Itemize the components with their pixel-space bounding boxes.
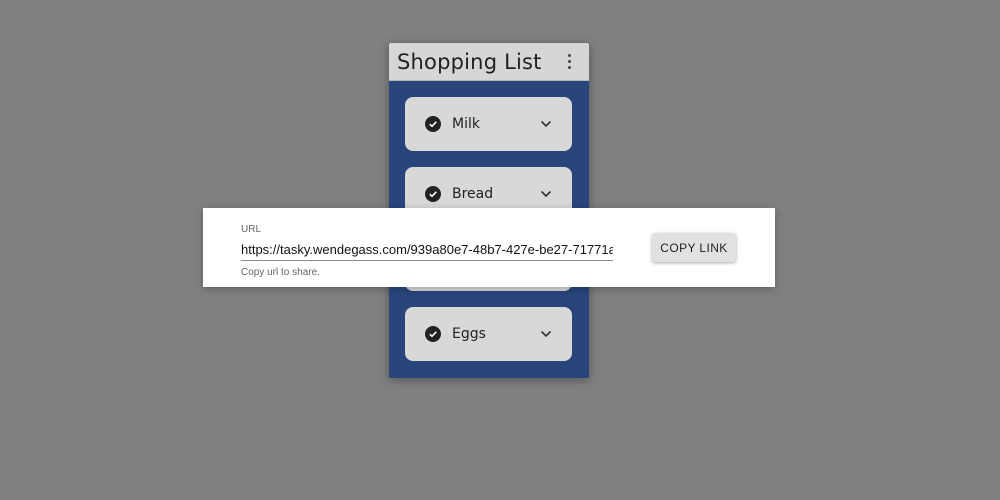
- check-circle-icon[interactable]: [425, 186, 441, 202]
- list-item-milk[interactable]: Milk: [405, 97, 572, 151]
- url-field-label: URL: [241, 224, 262, 235]
- list-item-label: Bread: [452, 186, 494, 202]
- list-item-eggs[interactable]: Eggs: [405, 307, 572, 361]
- list-item-label: Eggs: [452, 326, 486, 342]
- app-stage: Shopping List Milk Bread Eggs URL https:…: [0, 0, 1000, 500]
- more-vert-icon[interactable]: [561, 52, 577, 72]
- check-circle-icon[interactable]: [425, 116, 441, 132]
- list-header: Shopping List: [389, 43, 589, 81]
- list-title: Shopping List: [397, 49, 542, 74]
- check-circle-icon[interactable]: [425, 326, 441, 342]
- copy-link-button[interactable]: COPY LINK: [652, 233, 736, 262]
- chevron-down-icon[interactable]: [539, 187, 553, 201]
- share-url-dialog: URL Copy url to share. COPY LINK: [203, 208, 775, 287]
- list-item-label: Milk: [452, 116, 480, 132]
- url-helper-text: Copy url to share.: [241, 267, 320, 278]
- chevron-down-icon[interactable]: [539, 117, 553, 131]
- chevron-down-icon[interactable]: [539, 327, 553, 341]
- url-input[interactable]: [241, 238, 613, 261]
